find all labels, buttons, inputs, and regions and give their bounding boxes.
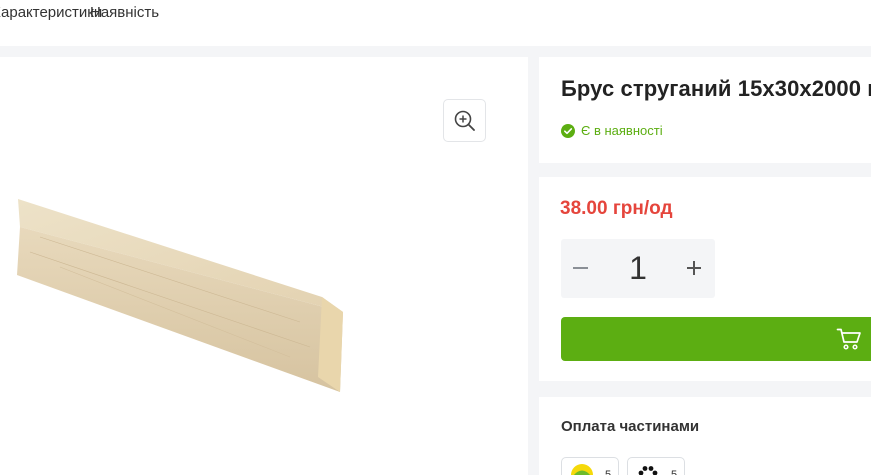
stock-status-label: Є в наявності xyxy=(581,123,663,138)
zoom-in-icon xyxy=(454,110,475,131)
installment-option-1[interactable]: 5 xyxy=(561,457,619,475)
bank-logo-yellow-icon xyxy=(571,464,593,475)
product-tabs: Характеристики Наявність xyxy=(0,0,871,46)
tab-characteristics[interactable]: Характеристики xyxy=(0,4,102,21)
installments-card: Оплата частинами 5 5 xyxy=(539,397,871,475)
product-info-card: Брус струганий 15х30х2000 мм Є в наявнос… xyxy=(539,57,871,163)
product-title: Брус струганий 15х30х2000 мм xyxy=(561,76,871,101)
stock-status: Є в наявності xyxy=(561,123,663,138)
quantity-input[interactable] xyxy=(621,248,655,288)
paw-logo-icon xyxy=(638,466,658,475)
quantity-stepper xyxy=(561,239,715,298)
cart-icon xyxy=(836,328,861,350)
purchase-card: 38.00 грн/од xyxy=(539,177,871,381)
check-circle-icon xyxy=(561,123,575,138)
product-price: 38.00 грн/од xyxy=(560,198,673,219)
installments-title: Оплата частинами xyxy=(561,418,700,435)
installment-option-2[interactable]: 5 xyxy=(627,457,685,475)
tab-availability[interactable]: Наявність xyxy=(90,4,159,21)
product-gallery xyxy=(0,57,528,475)
installment-count: 5 xyxy=(671,469,678,475)
installment-count: 5 xyxy=(605,469,612,475)
zoom-button[interactable] xyxy=(443,99,486,142)
quantity-decrease-button[interactable] xyxy=(569,253,593,283)
product-image[interactable] xyxy=(0,187,360,397)
quantity-increase-button[interactable] xyxy=(682,253,706,283)
add-to-cart-button[interactable] xyxy=(561,317,871,361)
